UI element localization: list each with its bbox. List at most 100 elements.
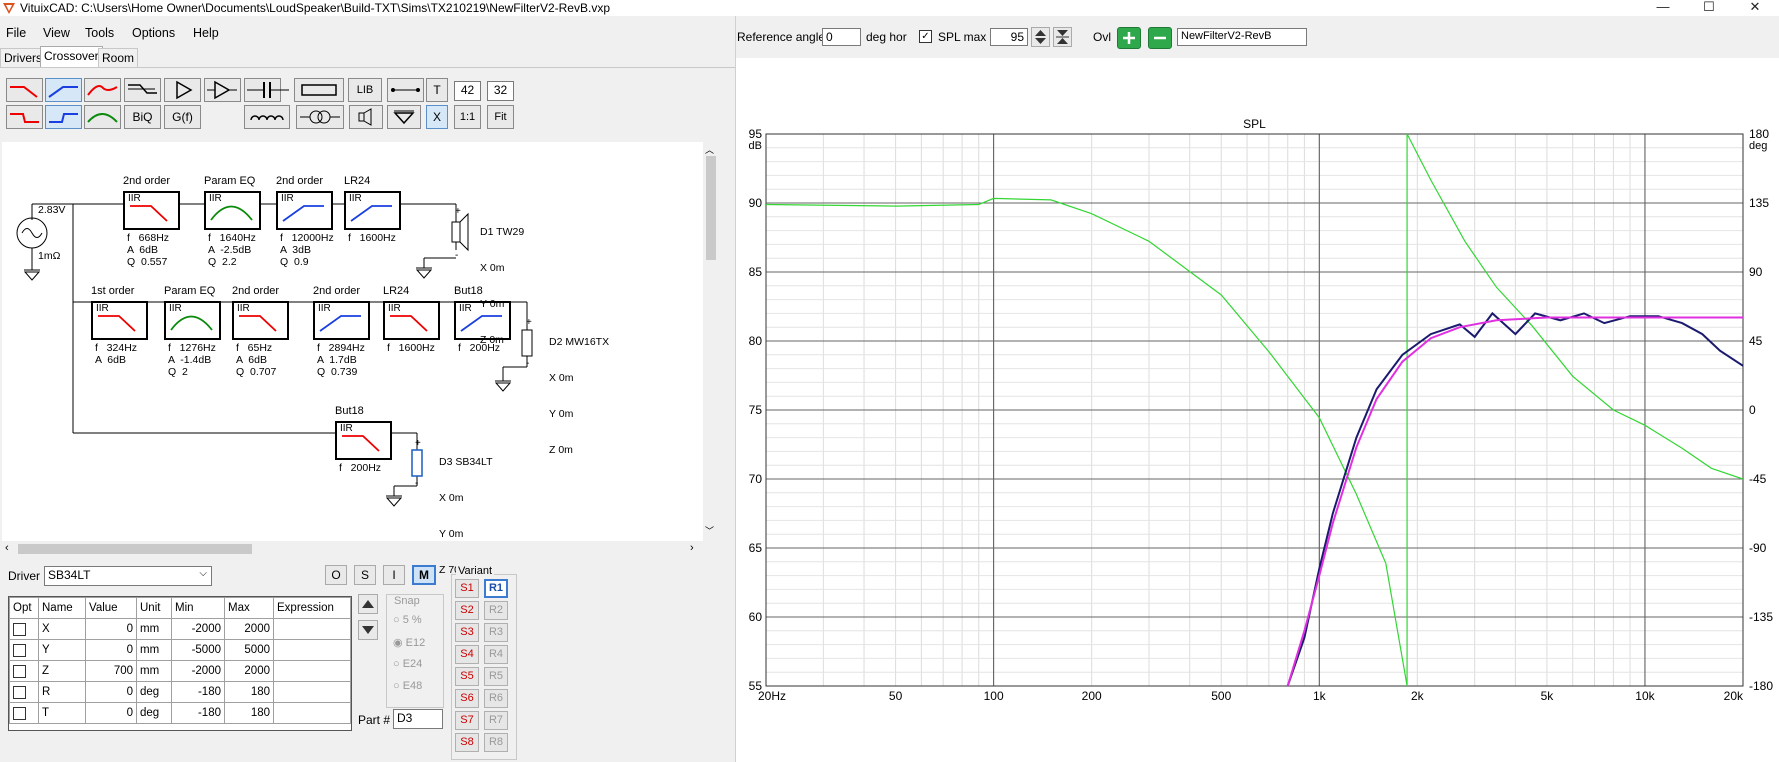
schematic-vscroll-thumb[interactable] [706,156,716,260]
variant-s-button[interactable]: S6 [455,689,479,708]
opt-cell[interactable] [9,702,39,724]
variant-s-button[interactable]: S4 [455,645,479,664]
y-tick-label: 75 [749,403,763,417]
move-down-button[interactable] [358,620,378,640]
variant-r-button[interactable]: R1 [484,579,508,598]
move-up-button[interactable] [358,594,378,614]
opt-cell[interactable] [9,639,39,661]
scroll-right-icon[interactable]: › [690,542,694,554]
filter-block[interactable]: IIR [204,191,261,230]
expression-cell[interactable] [273,681,351,703]
variant-r-button[interactable]: R5 [484,667,508,686]
scroll-up-icon[interactable]: ︿ [705,143,714,156]
filter-block-title: But18 [454,285,483,297]
min-cell[interactable]: -180 [171,681,225,703]
spl-range-button[interactable] [1053,27,1072,47]
filter-block[interactable]: IIR [123,191,180,230]
y-tick-label: 70 [749,472,763,486]
table-row[interactable]: T 0 deg -180 180 [9,702,351,724]
snap-option[interactable]: ○ E24 [393,658,422,670]
close-icon[interactable]: ✕ [1732,0,1778,16]
driver-d1-label[interactable]: D1 TW29 X 0m Y 0m Z 0m [480,202,524,358]
expression-cell[interactable] [273,702,351,724]
variant-r-button[interactable]: R4 [484,645,508,664]
mode-o-button[interactable]: O [325,565,347,585]
opt-checkbox[interactable] [13,622,26,636]
reference-angle-field[interactable]: 0 [822,28,861,46]
expression-cell[interactable] [273,660,351,682]
variant-s-button[interactable]: S7 [455,711,479,730]
max-cell[interactable]: 5000 [224,639,274,661]
col-expression: Expression [273,597,351,619]
min-cell[interactable]: -2000 [171,660,225,682]
mode-m-button[interactable]: M [412,565,436,585]
scroll-down-icon[interactable]: ﹀ [705,524,714,537]
snap-option[interactable]: ○ E48 [393,680,422,692]
opt-cell[interactable] [9,660,39,682]
min-cell[interactable]: -180 [171,702,225,724]
part-number-field[interactable]: D3 [393,709,443,729]
variant-s-button[interactable]: S8 [455,733,479,752]
snap-option[interactable]: ◉ E12 [393,636,425,649]
filter-block[interactable]: IIR [335,421,392,460]
spl-max-field[interactable]: 95 [990,28,1028,46]
spl-chart[interactable]: SPL959085807570656055dB18013590450-45-90… [736,110,1779,710]
driver-d2-label[interactable]: D2 MW16TX X 0m Y 0m Z 0m [549,312,609,468]
driver-select[interactable]: SB34LT ⌵ [44,566,212,586]
parameter-table[interactable]: Opt Name Value Unit Min Max Expression X… [8,596,352,731]
value-cell[interactable]: 0 [85,681,137,703]
filter-block[interactable]: IIR [164,301,221,340]
variant-s-button[interactable]: S5 [455,667,479,686]
variant-r-button[interactable]: R2 [484,601,508,620]
opt-cell[interactable] [9,681,39,703]
filter-block[interactable]: IIR [91,301,148,340]
minimize-icon[interactable]: — [1640,0,1686,16]
max-cell[interactable]: 2000 [224,618,274,640]
variant-r-button[interactable]: R8 [484,733,508,752]
filter-block[interactable]: IIR [276,191,333,230]
opt-checkbox[interactable] [13,643,26,657]
overlay-name-field[interactable]: NewFilterV2-RevB [1177,28,1307,46]
mode-i-button[interactable]: I [383,565,405,585]
variant-s-button[interactable]: S2 [455,601,479,620]
max-cell[interactable]: 2000 [224,660,274,682]
max-cell[interactable]: 180 [224,702,274,724]
name-cell: R [38,681,86,703]
scroll-left-icon[interactable]: ‹ [5,542,9,554]
table-row[interactable]: R 0 deg -180 180 [9,681,351,703]
table-row[interactable]: Z 700 mm -2000 2000 [9,660,351,682]
spl-spinner-button[interactable] [1031,27,1050,47]
variant-s-button[interactable]: S3 [455,623,479,642]
add-overlay-icon[interactable] [1117,27,1141,49]
filter-block-title: 2nd order [232,285,280,297]
snap-option[interactable]: ○ 5 % [393,614,422,626]
filter-block[interactable]: IIR [313,301,370,340]
filter-block[interactable]: IIR [344,191,401,230]
remove-overlay-icon[interactable] [1148,27,1172,49]
schematic-hscroll-thumb[interactable] [18,544,252,554]
expression-cell[interactable] [273,618,351,640]
maximize-icon[interactable]: ☐ [1686,0,1732,16]
variant-r-button[interactable]: R3 [484,623,508,642]
filter-block[interactable]: IIR [383,301,440,340]
opt-checkbox[interactable] [13,685,26,699]
variant-r-button[interactable]: R6 [484,689,508,708]
mode-s-button[interactable]: S [354,565,376,585]
variant-s-button[interactable]: S1 [455,579,479,598]
variant-r-button[interactable]: R7 [484,711,508,730]
opt-checkbox[interactable] [13,706,26,720]
expression-cell[interactable] [273,639,351,661]
value-cell[interactable]: 0 [85,639,137,661]
spl-max-checkbox[interactable]: ✓ [919,30,932,43]
min-cell[interactable]: -5000 [171,639,225,661]
value-cell[interactable]: 0 [85,702,137,724]
table-row[interactable]: X 0 mm -2000 2000 [9,618,351,640]
value-cell[interactable]: 700 [85,660,137,682]
table-row[interactable]: Y 0 mm -5000 5000 [9,639,351,661]
filter-block[interactable]: IIR [232,301,289,340]
value-cell[interactable]: 0 [85,618,137,640]
max-cell[interactable]: 180 [224,681,274,703]
min-cell[interactable]: -2000 [171,618,225,640]
opt-checkbox[interactable] [13,664,26,678]
opt-cell[interactable] [9,618,39,640]
